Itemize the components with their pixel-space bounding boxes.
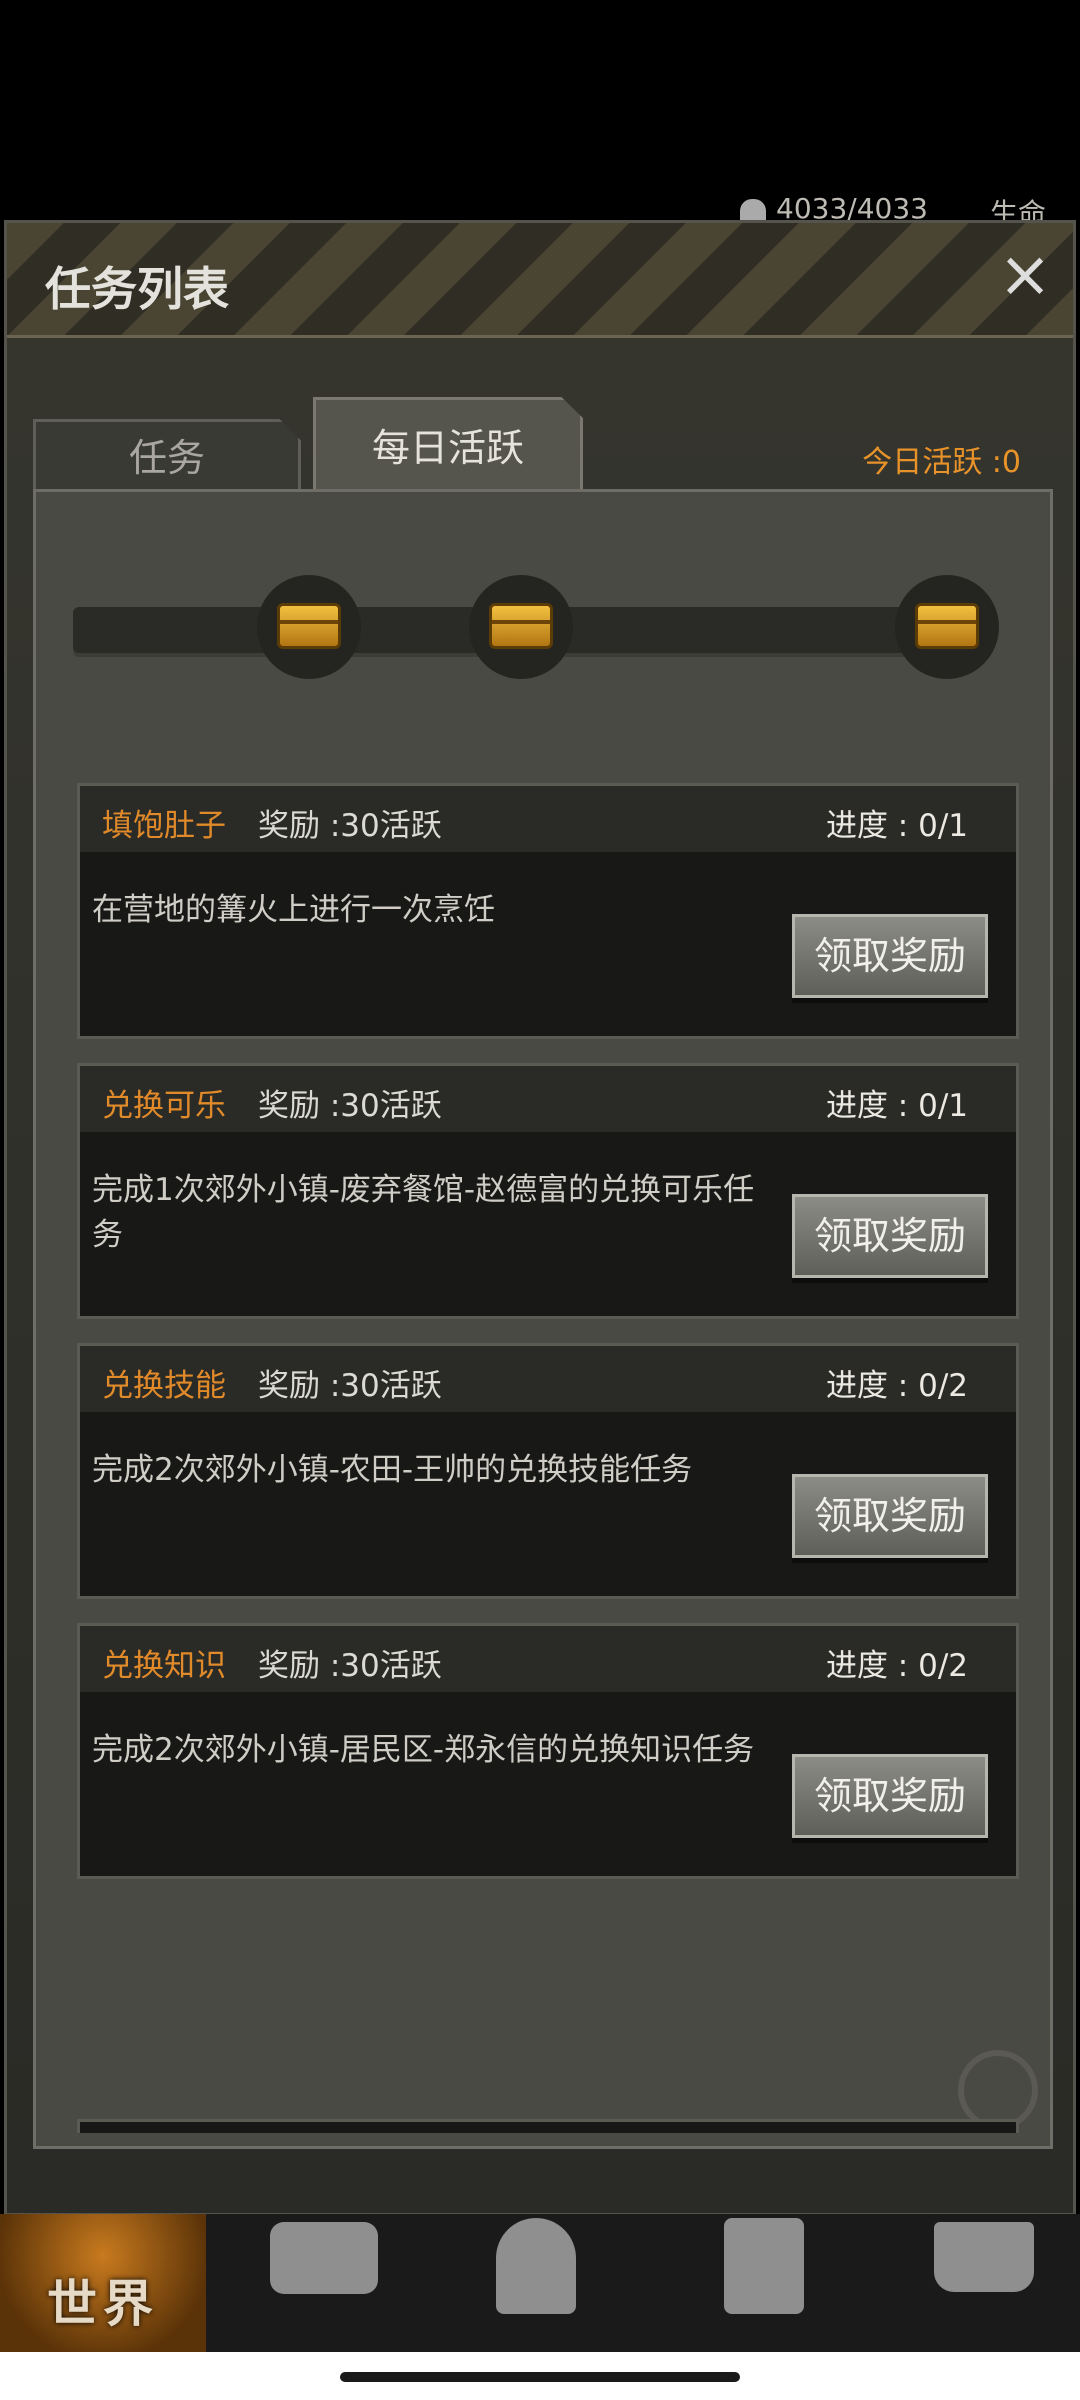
heart-icon bbox=[740, 199, 766, 221]
claim-reward-button[interactable]: 领取奖励 bbox=[792, 1754, 988, 1838]
milestone-chest-200[interactable] bbox=[895, 575, 999, 679]
task-list-dialog: 任务列表 × 任务 每日活跃 今日活跃 :0 50 100 200 填饱肚子 奖… bbox=[4, 220, 1076, 2299]
tab-daily-active[interactable]: 每日活跃 bbox=[313, 397, 583, 493]
tab-tasks[interactable]: 任务 bbox=[33, 419, 301, 491]
nav-character[interactable] bbox=[480, 2214, 680, 2352]
task-card: 兑换可乐 奖励 :30活跃 进度 : 0/1 完成1次郊外小镇-废弃餐馆-赵德富… bbox=[77, 1063, 1019, 1319]
dialog-title: 任务列表 bbox=[45, 262, 229, 316]
task-card: 兑换知识 奖励 :30活跃 进度 : 0/2 完成2次郊外小镇-居民区-郑永信的… bbox=[77, 1623, 1019, 1879]
task-reward: 奖励 :30活跃 bbox=[258, 1368, 442, 1404]
today-active-count: 今日活跃 :0 bbox=[862, 445, 1021, 480]
task-description: 完成1次郊外小镇-废弃餐馆-赵德富的兑换可乐任务 bbox=[92, 1172, 755, 1253]
task-progress: 进度 : 0/1 bbox=[825, 808, 968, 844]
task-name: 兑换技能 bbox=[102, 1368, 226, 1404]
nav-backpack[interactable] bbox=[250, 2214, 450, 2352]
claim-reward-button[interactable]: 领取奖励 bbox=[792, 1474, 988, 1558]
milestone-chest-100[interactable] bbox=[469, 575, 573, 679]
task-card-header: 兑换知识 奖励 :30活跃 进度 : 0/2 bbox=[80, 1626, 1016, 1692]
dialog-header: 任务列表 × bbox=[7, 223, 1073, 338]
nav-world[interactable]: 世界 bbox=[0, 2214, 206, 2352]
task-name: 填饱肚子 bbox=[102, 808, 226, 844]
task-description: 完成2次郊外小镇-居民区-郑永信的兑换知识任务 bbox=[92, 1732, 755, 1768]
task-progress: 进度 : 0/1 bbox=[825, 1088, 968, 1124]
claim-reward-button[interactable]: 领取奖励 bbox=[792, 914, 988, 998]
head-icon bbox=[496, 2218, 576, 2314]
treasure-chest-icon bbox=[915, 603, 979, 649]
task-name: 兑换知识 bbox=[102, 1648, 226, 1684]
task-progress: 进度 : 0/2 bbox=[825, 1648, 968, 1684]
nav-world-label: 世界 bbox=[47, 2275, 159, 2333]
cart-icon bbox=[934, 2222, 1034, 2292]
backpack-icon bbox=[270, 2222, 378, 2294]
task-progress: 进度 : 0/2 bbox=[825, 1368, 968, 1404]
nav-shop[interactable] bbox=[920, 2214, 1080, 2352]
daily-active-panel bbox=[33, 489, 1053, 2149]
bottom-navigation: 世界 bbox=[0, 2214, 1080, 2352]
task-description: 在营地的篝火上进行一次烹饪 bbox=[92, 892, 495, 928]
task-card-header: 兑换技能 奖励 :30活跃 进度 : 0/2 bbox=[80, 1346, 1016, 1412]
task-reward: 奖励 :30活跃 bbox=[258, 808, 442, 844]
treasure-chest-icon bbox=[277, 603, 341, 649]
task-description: 完成2次郊外小镇-农田-王帅的兑换技能任务 bbox=[92, 1452, 693, 1488]
task-card: 填饱肚子 奖励 :30活跃 进度 : 0/1 在营地的篝火上进行一次烹饪 领取奖… bbox=[77, 783, 1019, 1039]
milestone-chest-50[interactable] bbox=[257, 575, 361, 679]
task-reward: 奖励 :30活跃 bbox=[258, 1648, 442, 1684]
task-card-header: 填饱肚子 奖励 :30活跃 进度 : 0/1 bbox=[80, 786, 1016, 852]
nav-crafting[interactable] bbox=[720, 2214, 920, 2352]
task-card-partial bbox=[77, 2119, 1019, 2133]
close-icon[interactable]: × bbox=[993, 243, 1057, 309]
treasure-chest-icon bbox=[489, 603, 553, 649]
claim-reward-button[interactable]: 领取奖励 bbox=[792, 1194, 988, 1278]
home-indicator[interactable] bbox=[340, 2372, 740, 2382]
task-name: 兑换可乐 bbox=[102, 1088, 226, 1124]
task-reward: 奖励 :30活跃 bbox=[258, 1088, 442, 1124]
task-card-header: 兑换可乐 奖励 :30活跃 进度 : 0/1 bbox=[80, 1066, 1016, 1132]
building-icon bbox=[724, 2218, 804, 2314]
task-card: 兑换技能 奖励 :30活跃 进度 : 0/2 完成2次郊外小镇-农田-王帅的兑换… bbox=[77, 1343, 1019, 1599]
radiation-icon bbox=[958, 2050, 1038, 2130]
